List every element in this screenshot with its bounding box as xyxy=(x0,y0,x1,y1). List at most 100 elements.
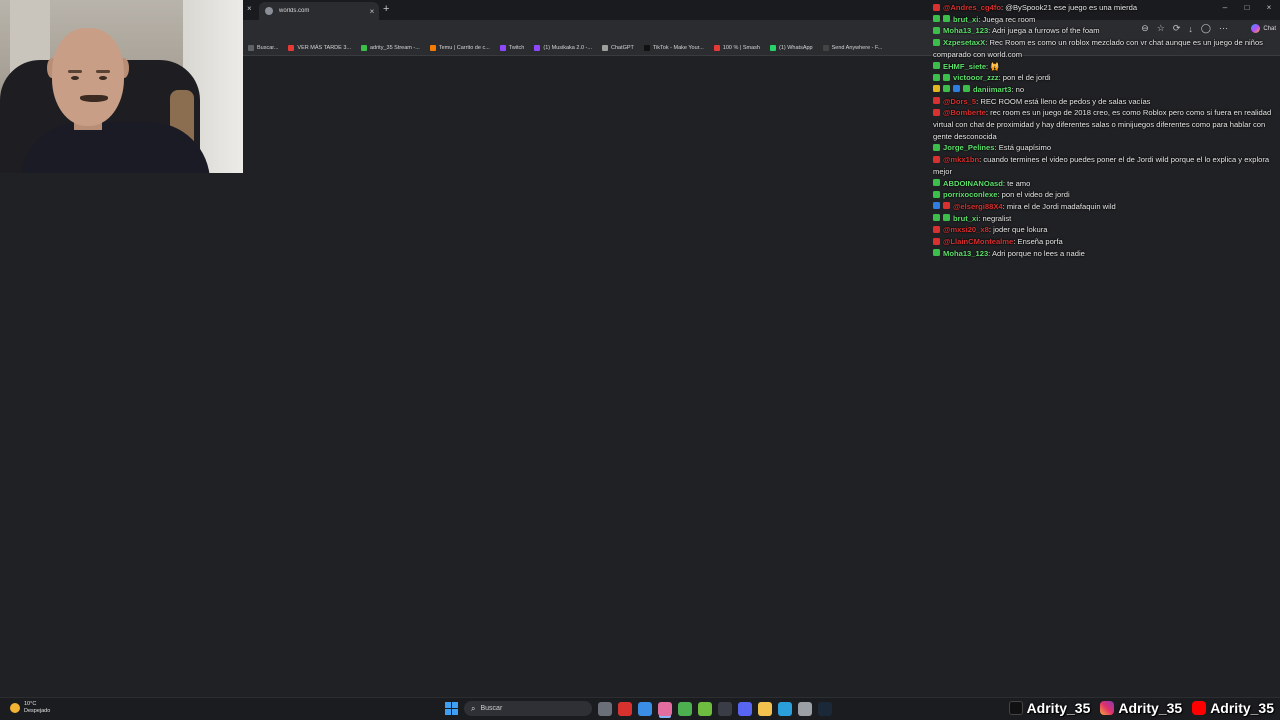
chat-username[interactable]: victooor_zzz xyxy=(953,73,999,82)
globe-icon xyxy=(265,7,273,15)
chat-text: : negralist xyxy=(978,213,1012,223)
social-handle-text: Adrity_35 xyxy=(1026,700,1091,716)
bookmark-item[interactable]: adrity_35 Stream -... xyxy=(356,44,425,51)
bookmark-label: adrity_35 Stream -... xyxy=(370,44,420,51)
bookmark-item[interactable]: Buscar... xyxy=(243,44,283,51)
file-explorer-icon[interactable] xyxy=(758,701,772,716)
chat-badge-icon xyxy=(933,108,940,116)
discord-icon[interactable] xyxy=(738,701,752,716)
notepad-icon[interactable] xyxy=(658,701,672,716)
start-button[interactable] xyxy=(445,702,458,715)
chat-badge-icon xyxy=(943,202,950,210)
chat-username[interactable]: brut_xi xyxy=(953,214,978,223)
chrome-icon[interactable] xyxy=(638,701,652,716)
chat-text: : Juega rec room xyxy=(978,14,1036,24)
tiktok-icon xyxy=(1008,701,1023,715)
tab-close-icon[interactable]: × xyxy=(365,7,379,16)
chat-username[interactable]: XzpesetaxX xyxy=(943,38,985,47)
settings-icon[interactable] xyxy=(798,701,812,716)
chat-username[interactable]: @LlainCMontealme xyxy=(943,237,1013,246)
xbox-icon[interactable] xyxy=(678,701,692,716)
chat-username[interactable]: Moha13_123 xyxy=(943,249,988,258)
chat-text: : joder que lokura xyxy=(988,225,1048,235)
chat-message: daniimart3: no xyxy=(933,84,1280,96)
streamer-moustache xyxy=(80,95,108,102)
bookmark-item[interactable]: (1) WhatsApp xyxy=(765,44,818,51)
bookmark-item[interactable]: 100 % | Smash xyxy=(709,44,765,51)
weather-widget[interactable]: 10°C Despejado xyxy=(10,701,50,715)
chat-username[interactable]: @Dors_5 xyxy=(943,97,976,106)
chat-username[interactable]: daniimart3 xyxy=(973,85,1011,94)
weather-temp: 10°C xyxy=(24,701,37,707)
chat-badge-icon xyxy=(963,85,970,93)
steam-icon[interactable] xyxy=(818,701,832,716)
chat-message: @mkx1bn: cuando termines el video puedes… xyxy=(933,154,1280,177)
bookmark-label: ChatGPT xyxy=(610,44,634,51)
social-handle-text: Adrity_35 xyxy=(1118,700,1183,716)
chat-badge-icon xyxy=(933,237,940,245)
social-handle: Adrity_35 xyxy=(1100,700,1182,716)
streamer-eye xyxy=(71,76,79,80)
chat-badge-icon xyxy=(933,15,940,23)
chat-badge-icon xyxy=(933,249,940,257)
chat-text: : cuando termines el video puedes poner … xyxy=(933,155,1270,176)
chat-badge-icon xyxy=(933,179,940,187)
bookmark-item[interactable]: Twitch xyxy=(495,44,530,51)
chat-text: : mira el de Jordi madafaquin wild xyxy=(1002,201,1116,211)
chat-message: Jorge_Pelines: Está guapísimo xyxy=(933,142,1280,154)
chat-badge-icon xyxy=(933,85,940,93)
chat-message: @LlainCMontealme: Enseña porfa xyxy=(933,236,1280,248)
chat-username[interactable]: @Bomberte xyxy=(943,108,986,117)
chat-badge-icon xyxy=(933,143,940,151)
instagram-icon xyxy=(1100,701,1115,715)
bookmark-label: Buscar... xyxy=(257,44,279,51)
chat-username[interactable]: Moha13_123 xyxy=(943,26,988,35)
chat-badge-icon xyxy=(933,155,940,163)
chat-badge-icon xyxy=(933,214,940,222)
social-handle-text: Adrity_35 xyxy=(1210,700,1274,716)
bookmark-item[interactable]: Temu | Carrito de c... xyxy=(425,44,495,51)
bookmark-item[interactable]: ChatGPT xyxy=(597,44,639,51)
chat-username[interactable]: ABDOINANOasd xyxy=(943,179,1003,188)
bookmark-item[interactable]: VER MÁS TARDE 3... xyxy=(283,44,356,51)
tab-worlds[interactable]: worlds.com × xyxy=(259,2,379,20)
chat-message: porrixoconlexe: pon el video de jordi xyxy=(933,189,1280,201)
app-green-icon[interactable] xyxy=(698,701,712,716)
bookmark-item[interactable]: TikTok - Make Your... xyxy=(639,44,709,51)
chat-message: @elsergi88X4: mira el de Jordi madafaqui… xyxy=(933,201,1280,213)
chat-message: victooor_zzz: pon el de jordi xyxy=(933,72,1280,84)
task-view-icon[interactable] xyxy=(598,701,612,716)
chat-username[interactable]: EHMF_siete xyxy=(943,62,986,71)
bookmark-item[interactable]: (1) Musikaka 2.0 -... xyxy=(529,44,597,51)
new-tab-button[interactable]: + xyxy=(383,3,389,15)
chat-overlay: @Andres_cg4fo: @BySpook21 ese juego es u… xyxy=(933,2,1280,259)
chat-username[interactable]: @mkx1bn xyxy=(943,155,979,164)
chat-username[interactable]: Jorge_Pelines xyxy=(943,143,995,152)
bookmark-favicon-icon xyxy=(499,44,506,51)
chat-message: @mxsi20_x8: joder que lokura xyxy=(933,224,1280,236)
chat-username[interactable]: porrixoconlexe xyxy=(943,190,997,199)
bookmark-favicon-icon xyxy=(769,44,776,51)
streamer-head xyxy=(52,28,124,126)
taskbar-search[interactable]: ⌕ Buscar xyxy=(464,701,592,716)
social-handle: Adrity_35 xyxy=(1192,700,1274,716)
bookmark-item[interactable]: Send Anywhere - F... xyxy=(818,44,888,51)
bookmark-favicon-icon xyxy=(643,44,650,51)
tab-title: worlds.com xyxy=(279,8,310,14)
chat-text: : Enseña porfa xyxy=(1013,237,1063,247)
bookmark-label: Twitch xyxy=(508,44,525,51)
chat-username[interactable]: @mxsi20_x8 xyxy=(943,225,989,234)
chat-badge-icon xyxy=(933,3,940,11)
chat-username[interactable]: @elsergi88X4 xyxy=(953,202,1003,211)
weather-desc: Despejado xyxy=(24,708,51,714)
opera-icon[interactable] xyxy=(618,701,632,716)
chat-badge-icon xyxy=(933,62,940,70)
chat-username[interactable]: brut_xi xyxy=(953,15,978,24)
edge-icon[interactable] xyxy=(778,701,792,716)
chat-username[interactable]: @Andres_cg4fo xyxy=(943,3,1001,12)
chat-badge-icon xyxy=(943,85,950,93)
bookmark-favicon-icon xyxy=(534,44,541,51)
social-handles: Adrity_35 Adrity_35 Adrity_35 xyxy=(1008,700,1274,716)
close-icon[interactable]: × xyxy=(247,4,252,13)
app-dark-icon[interactable] xyxy=(718,701,732,716)
